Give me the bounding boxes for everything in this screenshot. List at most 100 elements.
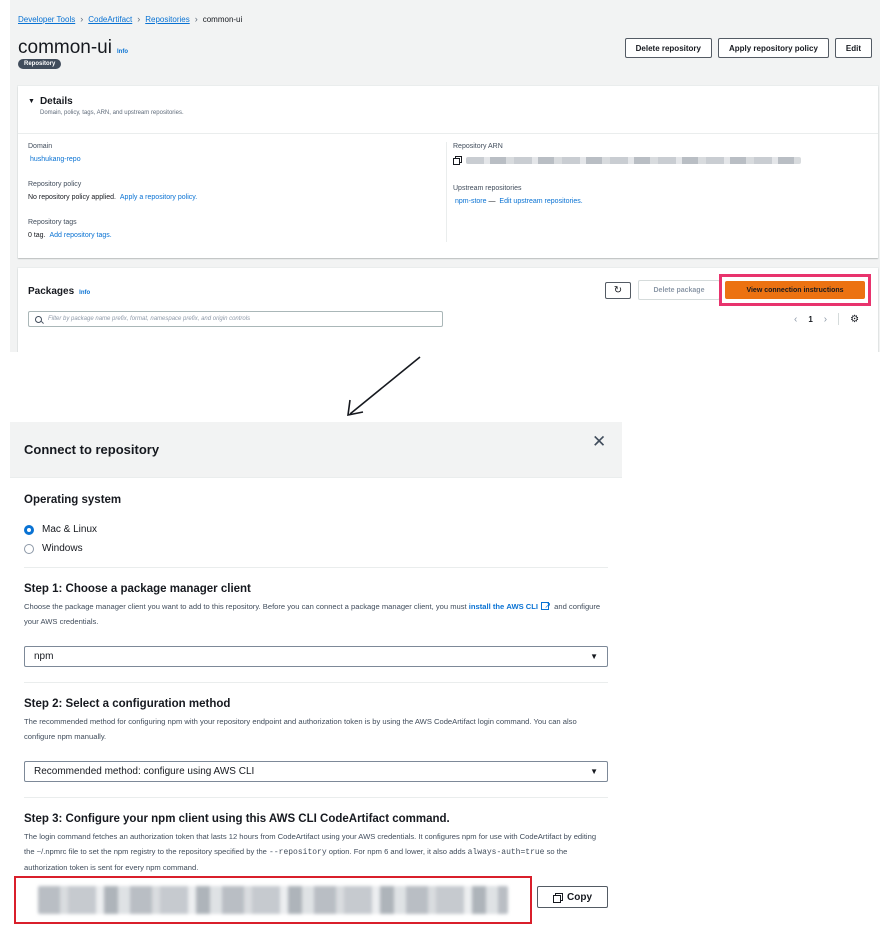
domain-label: Domain [28, 143, 53, 150]
arn-value-redacted [466, 156, 801, 164]
tags-value: 0 tag. [28, 232, 46, 239]
refresh-icon: ↻ [613, 285, 623, 296]
radio-mac-linux-label: Mac & Linux [42, 524, 98, 535]
details-header[interactable]: ▼ Details Domain, policy, tags, ARN, and… [28, 96, 184, 116]
info-link[interactable]: Info [117, 49, 128, 55]
repository-badge: Repository [18, 59, 62, 69]
modal-header: Connect to repository ✕ [10, 422, 622, 478]
upstream-label: Upstream repositories [453, 185, 522, 192]
install-link-part1[interactable]: install the [469, 602, 504, 611]
details-title: Details [39, 96, 73, 107]
radio-windows-label: Windows [42, 543, 83, 554]
caret-down-icon: ▼ [28, 98, 35, 105]
configuration-method-value: Recommended method: configure using AWS … [34, 766, 255, 777]
step2-description: The recommended method for configuring n… [24, 717, 577, 741]
page-title-text: common-ui [18, 37, 112, 58]
step1-description: Choose the package manager client you wa… [24, 598, 608, 629]
command-highlight-box [14, 876, 532, 924]
radio-selected-icon[interactable] [24, 524, 34, 535]
radio-mac-linux[interactable]: Mac & Linux [24, 524, 97, 535]
caret-down-icon: ▼ [590, 652, 598, 661]
apply-repository-policy-button[interactable]: Apply repository policy [717, 38, 829, 58]
divider [24, 682, 608, 683]
radio-unselected-icon[interactable] [24, 543, 34, 554]
step2-title: Step 2: Select a configuration method [24, 698, 231, 710]
breadcrumb: Developer Tools › CodeArtifact › Reposit… [18, 14, 242, 24]
upstream-repo-link[interactable]: npm-store [455, 198, 487, 205]
packages-info-link[interactable]: Info [79, 290, 90, 296]
header-actions: Delete repository Apply repository polic… [624, 38, 872, 58]
settings-gear-icon[interactable]: ⚙ [850, 314, 859, 325]
domain-link[interactable]: hushukang-repo [30, 156, 81, 163]
chevron-right-icon[interactable]: › [824, 314, 827, 325]
chevron-right-icon: › [137, 14, 141, 24]
package-manager-select[interactable]: npm ▼ [24, 646, 608, 667]
tags-field: Repository tags 0 tag. Add repository ta… [28, 219, 112, 239]
divider [18, 133, 878, 134]
close-icon[interactable]: ✕ [592, 432, 606, 452]
os-section-title: Operating system [24, 494, 122, 506]
radio-windows[interactable]: Windows [24, 543, 83, 554]
edit-button[interactable]: Edit [834, 38, 872, 58]
pager-divider [838, 313, 840, 325]
breadcrumb-codeartifact[interactable]: CodeArtifact [88, 15, 132, 24]
copy-icon[interactable] [453, 156, 462, 165]
aws-cli-link[interactable]: AWS CLI [506, 602, 538, 611]
breadcrumb-current: common-ui [202, 14, 243, 24]
current-page[interactable]: 1 [808, 315, 812, 324]
upstream-field: Upstream repositories npm-store — Edit u… [453, 185, 583, 205]
package-manager-value: npm [34, 651, 54, 662]
details-card: ▼ Details Domain, policy, tags, ARN, and… [18, 86, 878, 258]
always-auth-code: always-auth=true [467, 848, 545, 857]
step1-desc-text: Choose the package manager client you wa… [24, 602, 467, 611]
filter-placeholder: Filter by package name prefix, format, n… [48, 316, 251, 322]
delete-package-button[interactable]: Delete package [638, 280, 720, 300]
column-divider [446, 142, 447, 242]
apply-policy-link[interactable]: Apply a repository policy. [120, 194, 197, 201]
breadcrumb-repositories[interactable]: Repositories [145, 15, 189, 24]
divider [24, 567, 608, 568]
pagination: ‹ 1 › ⚙ [794, 313, 859, 325]
policy-value: No repository policy applied. [28, 194, 116, 201]
arn-label: Repository ARN [453, 143, 503, 150]
step1-title: Step 1: Choose a package manager client [24, 583, 251, 595]
connect-to-repository-modal: Connect to repository ✕ Operating system… [10, 422, 622, 946]
tags-label: Repository tags [28, 219, 77, 226]
delete-repository-button[interactable]: Delete repository [624, 38, 712, 58]
domain-field: Domain hushukang-repo [28, 143, 81, 163]
copy-button[interactable]: Copy [537, 886, 608, 908]
policy-label: Repository policy [28, 181, 82, 188]
upstream-separator: — [488, 198, 496, 205]
copy-button-label: Copy [567, 891, 592, 903]
add-tags-link[interactable]: Add repository tags. [49, 232, 111, 239]
page-title: common-ui Info [18, 37, 128, 59]
step3-description: The login command fetches an authorizati… [24, 829, 608, 875]
arrow-annotation-icon [347, 356, 421, 417]
chevron-right-icon: › [80, 14, 84, 24]
repository-console-panel: Developer Tools › CodeArtifact › Reposit… [10, 0, 880, 352]
search-icon [35, 315, 42, 323]
view-connection-instructions-button[interactable]: View connection instructions [725, 281, 865, 299]
refresh-button[interactable]: ↻ [605, 282, 631, 299]
divider [24, 797, 608, 798]
configuration-method-select[interactable]: Recommended method: configure using AWS … [24, 761, 608, 782]
login-command-redacted[interactable] [38, 886, 508, 914]
policy-field: Repository policy No repository policy a… [28, 181, 197, 201]
packages-title-text: Packages [28, 286, 75, 297]
repository-option-code: --repository [269, 848, 327, 857]
modal-title: Connect to repository [24, 442, 160, 457]
chevron-left-icon[interactable]: ‹ [794, 314, 797, 325]
external-link-icon [541, 598, 551, 613]
step3-desc-text-b: option. For npm 6 and lower, it also add… [328, 847, 466, 856]
chevron-right-icon: › [194, 14, 198, 24]
details-description: Domain, policy, tags, ARN, and upstream … [40, 110, 184, 116]
step3-title: Step 3: Configure your npm client using … [24, 813, 450, 825]
packages-title: Packages Info [28, 286, 90, 297]
caret-down-icon: ▼ [590, 767, 598, 776]
breadcrumb-developer-tools[interactable]: Developer Tools [18, 15, 75, 24]
copy-icon [553, 893, 563, 903]
edit-upstream-link[interactable]: Edit upstream repositories. [499, 198, 582, 205]
packages-card: Packages Info ↻ Delete package View conn… [18, 268, 878, 352]
arn-field: Repository ARN [453, 143, 801, 165]
package-filter-input[interactable]: Filter by package name prefix, format, n… [28, 311, 443, 327]
